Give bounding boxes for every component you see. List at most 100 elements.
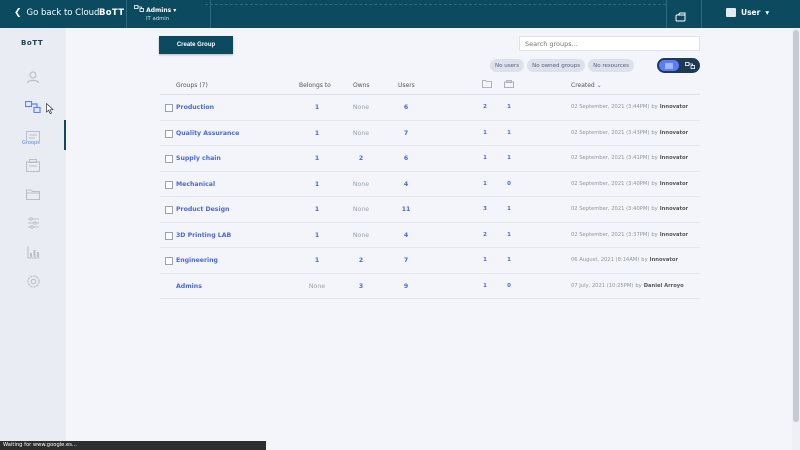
- row-checkbox[interactable]: [165, 257, 173, 265]
- search-input[interactable]: [519, 36, 700, 51]
- belongs-to-cell[interactable]: 1: [300, 181, 334, 188]
- filter-chips: No users No owned groups No resources: [490, 59, 635, 72]
- resources-cell[interactable]: 1: [504, 104, 514, 110]
- users-cell[interactable]: 11: [396, 206, 416, 213]
- sidebar-item-settings-sliders[interactable]: [24, 214, 42, 232]
- users-cell[interactable]: 6: [396, 155, 416, 162]
- role-name: Admins: [146, 7, 172, 14]
- sidebar-item-files[interactable]: [24, 185, 42, 203]
- owns-column-header[interactable]: Owns: [353, 82, 370, 89]
- row-checkbox[interactable]: [165, 155, 173, 163]
- users-cell[interactable]: 6: [396, 104, 416, 111]
- user-menu[interactable]: User ▾: [726, 8, 769, 17]
- table-row[interactable]: 3D Printing LAB 1 None 4 2 1 02 September, 202…: [160, 223, 700, 248]
- row-checkbox[interactable]: [165, 104, 173, 112]
- created-by-word: by: [651, 129, 658, 136]
- row-checkbox[interactable]: [165, 206, 173, 214]
- group-name-link[interactable]: Product Design: [176, 206, 229, 213]
- printer-icon[interactable]: [504, 80, 514, 90]
- table-row[interactable]: Quality Assurance 1 None 7 1 1 02 September, 2…: [160, 121, 700, 146]
- belongs-to-cell[interactable]: 1: [300, 206, 334, 213]
- resources-cell[interactable]: 0: [504, 283, 514, 289]
- created-column-header[interactable]: Created ⌄: [571, 82, 602, 89]
- status-bar: Waiting for www.google.es...: [0, 441, 266, 450]
- owns-cell[interactable]: 3: [346, 283, 376, 290]
- tree-view-icon[interactable]: [681, 60, 701, 71]
- belongs-to-cell[interactable]: 1: [300, 104, 334, 111]
- users-cell[interactable]: 4: [396, 181, 416, 188]
- users-column-header[interactable]: Users: [398, 82, 415, 89]
- sidebar-item-users[interactable]: [24, 68, 42, 86]
- filter-no-owned-groups-chip[interactable]: No owned groups: [527, 59, 586, 72]
- scrollbar[interactable]: [792, 28, 800, 450]
- sidebar-item-analytics[interactable]: [24, 243, 42, 261]
- group-name-link[interactable]: Quality Assurance: [176, 130, 239, 137]
- sidebar-item-id-cards[interactable]: [24, 127, 42, 145]
- folders-cell[interactable]: 1: [480, 257, 490, 263]
- sidebar-item-printers[interactable]: [24, 156, 42, 174]
- belongs-to-cell[interactable]: 1: [300, 130, 334, 137]
- folders-cell[interactable]: 1: [480, 155, 490, 161]
- sidebar-item-groups[interactable]: [24, 98, 42, 116]
- list-view-icon[interactable]: [659, 60, 679, 71]
- user-icon: [26, 71, 40, 84]
- users-cell[interactable]: 4: [396, 232, 416, 239]
- group-name-link[interactable]: Supply chain: [176, 155, 221, 162]
- scrollbar-thumb[interactable]: [793, 30, 799, 422]
- belongs-to-cell[interactable]: 1: [300, 257, 334, 264]
- create-group-button[interactable]: Create Group: [159, 36, 233, 54]
- folders-cell[interactable]: 1: [480, 181, 490, 187]
- created-date: 02 September, 2021 (3:44PM): [571, 104, 650, 110]
- created-date: 07 July, 2021 (10:25PM): [571, 282, 634, 289]
- resources-cell[interactable]: 1: [504, 257, 514, 263]
- back-to-cloud-link[interactable]: ❮ Go back to Cloud: [14, 8, 99, 18]
- table-row[interactable]: Engineering 1 2 7 1 1 06 August, 2021 (8:14AM)…: [160, 248, 700, 274]
- folders-cell[interactable]: 2: [480, 104, 490, 110]
- decorative-line: [205, 4, 666, 5]
- sidebar-logo: BoTT: [21, 39, 44, 47]
- belongs-to-cell[interactable]: 1: [300, 155, 334, 162]
- group-name-link[interactable]: 3D Printing LAB: [176, 232, 231, 239]
- resources-cell[interactable]: 1: [504, 232, 514, 238]
- group-name-link[interactable]: Admins: [176, 283, 202, 290]
- brand-name: BoTT: [99, 8, 125, 18]
- divider: [666, 0, 667, 28]
- resources-cell[interactable]: 1: [504, 206, 514, 212]
- row-checkbox[interactable]: [165, 180, 173, 189]
- filter-no-users-chip[interactable]: No users: [490, 59, 525, 72]
- sidebar-item-settings[interactable]: [24, 272, 42, 290]
- created-by-word: by: [651, 231, 658, 238]
- folders-cell[interactable]: 3: [480, 206, 490, 212]
- users-cell[interactable]: 9: [396, 283, 416, 290]
- group-name-link[interactable]: Mechanical: [176, 181, 215, 188]
- user-name: User: [741, 8, 761, 17]
- row-checkbox[interactable]: [165, 231, 173, 240]
- groups-column-header[interactable]: Groups (7): [176, 82, 208, 89]
- view-toggle[interactable]: [657, 58, 700, 73]
- belongs-column-header[interactable]: Belongs to: [299, 82, 331, 89]
- owns-cell[interactable]: 2: [346, 155, 376, 162]
- filter-no-resources-chip[interactable]: No resources: [588, 59, 635, 72]
- group-name-link[interactable]: Engineering: [176, 257, 218, 264]
- folders-cell[interactable]: 2: [480, 232, 490, 238]
- users-cell[interactable]: 7: [396, 130, 416, 137]
- group-name-link[interactable]: Production: [176, 104, 214, 111]
- folders-cell[interactable]: 1: [480, 283, 490, 289]
- role-selector[interactable]: Admins ▾ IT admin: [134, 5, 176, 22]
- row-checkbox[interactable]: [165, 129, 173, 138]
- table-row[interactable]: Product Design 1 None 11 3 1 02 September, 202…: [160, 197, 700, 223]
- resources-cell[interactable]: 0: [504, 181, 514, 187]
- folder-icon[interactable]: [482, 80, 492, 90]
- owns-cell[interactable]: 2: [346, 257, 376, 264]
- groups-icon: [134, 5, 146, 14]
- belongs-to-cell[interactable]: 1: [300, 232, 334, 239]
- resources-cell[interactable]: 1: [504, 130, 514, 136]
- table-row[interactable]: Admins None 3 9 1 0 07 July, 2021 (10:25PM) by D…: [160, 274, 700, 299]
- table-row[interactable]: Supply chain 1 2 6 1 1 02 September, 2021 (3:4…: [160, 146, 700, 172]
- resources-cell[interactable]: 1: [504, 155, 514, 161]
- notifications-icon[interactable]: [675, 8, 687, 27]
- folders-cell[interactable]: 1: [480, 130, 490, 136]
- table-row[interactable]: Production 1 None 6 2 1 02 September, 2021 (3:…: [160, 95, 700, 121]
- table-row[interactable]: Mechanical 1 None 4 1 0 02 September, 2021 (3:…: [160, 172, 700, 197]
- users-cell[interactable]: 7: [396, 257, 416, 264]
